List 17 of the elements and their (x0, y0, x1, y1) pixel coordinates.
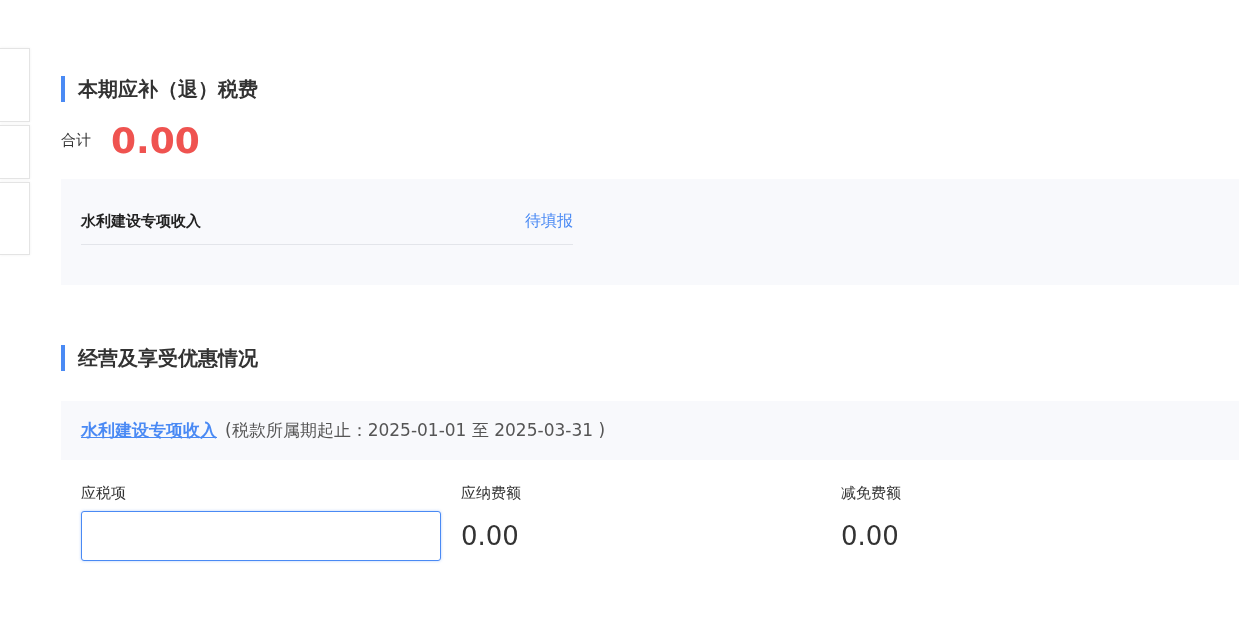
field-label: 应纳费额 (461, 484, 522, 503)
tax-item-link[interactable]: 水利建设专项收入 (81, 419, 217, 442)
section-title: 本期应补（退）税费 (61, 76, 1239, 102)
field-label: 应税项 (81, 484, 127, 503)
side-tab[interactable] (0, 125, 30, 179)
amount-value: 0.00 (461, 520, 520, 553)
amount-value: 0.00 (841, 520, 900, 553)
section-title: 经营及享受优惠情况 (61, 345, 1239, 371)
side-tab[interactable] (0, 48, 30, 122)
tax-item-name: 水利建设专项收入 (81, 212, 201, 231)
period-text: (税款所属期起止：2025-01-01 至 2025-03-31 ) (225, 419, 606, 442)
total-label: 合计 (61, 131, 91, 150)
input-field[interactable] (81, 511, 441, 561)
side-tab[interactable] (0, 182, 30, 255)
total-value: 0.00 (111, 120, 200, 161)
field-label: 减免费额 (841, 484, 902, 503)
status-link[interactable]: 待填报 (525, 211, 573, 232)
